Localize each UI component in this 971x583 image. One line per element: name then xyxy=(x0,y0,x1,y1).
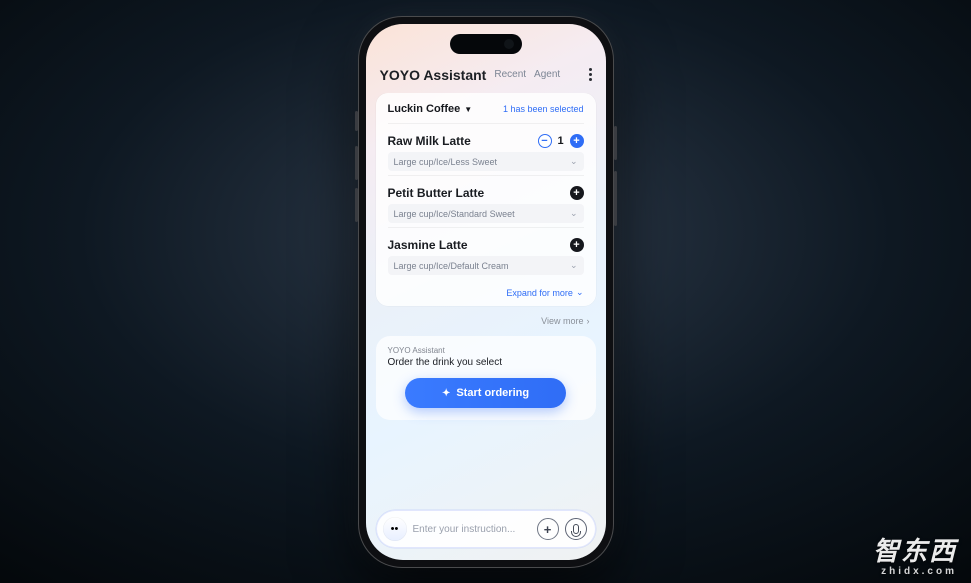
app-title: YOYO Assistant xyxy=(380,67,487,83)
phone-frame: YOYO Assistant Recent Agent Luckin Coffe… xyxy=(358,16,614,568)
side-button xyxy=(614,126,617,160)
side-button xyxy=(355,111,358,131)
add-item-button[interactable]: + xyxy=(570,238,584,252)
drink-item: Raw Milk Latte − 1 + Large cup/Ice/Less … xyxy=(388,123,584,175)
side-button xyxy=(355,146,358,180)
screen: YOYO Assistant Recent Agent Luckin Coffe… xyxy=(366,24,606,560)
drink-item: Petit Butter Latte + Large cup/Ice/Stand… xyxy=(388,175,584,227)
store-selector[interactable]: Luckin Coffee ▼ xyxy=(388,103,473,115)
instruction-input[interactable]: Enter your instruction... xyxy=(413,524,531,535)
assistant-avatar-icon: •• xyxy=(383,517,407,541)
side-button xyxy=(355,188,358,222)
store-card: Luckin Coffee ▼ 1 has been selected Raw … xyxy=(376,93,596,306)
view-more-link[interactable]: View more › xyxy=(376,312,596,328)
spec-text: Large cup/Ice/Standard Sweet xyxy=(394,209,515,219)
add-attachment-button[interactable] xyxy=(537,518,559,540)
tab-agent[interactable]: Agent xyxy=(534,69,560,80)
tab-recent[interactable]: Recent xyxy=(494,69,526,80)
chevron-down-icon: ⌄ xyxy=(570,156,578,167)
chevron-right-icon: › xyxy=(587,316,590,326)
spec-text: Large cup/Ice/Less Sweet xyxy=(394,157,498,167)
more-menu-icon[interactable] xyxy=(589,66,592,83)
start-ordering-button[interactable]: ✦ Start ordering xyxy=(405,378,566,408)
instruction-input-bar[interactable]: •• Enter your instruction... xyxy=(376,510,596,548)
chevron-down-icon: ⌄ xyxy=(570,208,578,219)
assistant-card: YOYO Assistant Order the drink you selec… xyxy=(376,336,596,420)
drink-name: Raw Milk Latte xyxy=(388,134,471,148)
chevron-down-icon: ⌄ xyxy=(576,287,584,298)
quantity-control: − 1 + xyxy=(538,134,584,148)
assistant-from: YOYO Assistant xyxy=(388,346,584,355)
sparkle-icon: ✦ xyxy=(442,388,450,399)
watermark-line2: zhidx.com xyxy=(873,566,957,577)
caret-down-icon: ▼ xyxy=(464,105,472,114)
view-more-label: View more xyxy=(541,316,583,326)
drink-name: Jasmine Latte xyxy=(388,238,468,252)
assistant-message: Order the drink you select xyxy=(388,357,584,368)
watermark-line1: 智东西 xyxy=(873,531,957,568)
expand-more-link[interactable]: Expand for more ⌄ xyxy=(388,279,584,298)
qty-value: 1 xyxy=(557,135,565,147)
qty-plus-button[interactable]: + xyxy=(570,134,584,148)
spec-selector[interactable]: Large cup/Ice/Standard Sweet ⌄ xyxy=(388,204,584,223)
drink-name: Petit Butter Latte xyxy=(388,186,485,200)
spec-selector[interactable]: Large cup/Ice/Less Sweet ⌄ xyxy=(388,152,584,171)
watermark: 智东西 zhidx.com xyxy=(873,531,957,577)
selected-count: 1 has been selected xyxy=(503,104,584,114)
side-button xyxy=(614,171,617,226)
expand-label: Expand for more xyxy=(506,288,573,298)
cta-label: Start ordering xyxy=(456,387,529,399)
spec-text: Large cup/Ice/Default Cream xyxy=(394,261,509,271)
dynamic-island xyxy=(450,34,522,54)
drink-item: Jasmine Latte + Large cup/Ice/Default Cr… xyxy=(388,227,584,279)
spec-selector[interactable]: Large cup/Ice/Default Cream ⌄ xyxy=(388,256,584,275)
chevron-down-icon: ⌄ xyxy=(570,260,578,271)
voice-input-button[interactable] xyxy=(565,518,587,540)
store-name: Luckin Coffee xyxy=(388,103,461,115)
qty-minus-button[interactable]: − xyxy=(538,134,552,148)
add-item-button[interactable]: + xyxy=(570,186,584,200)
